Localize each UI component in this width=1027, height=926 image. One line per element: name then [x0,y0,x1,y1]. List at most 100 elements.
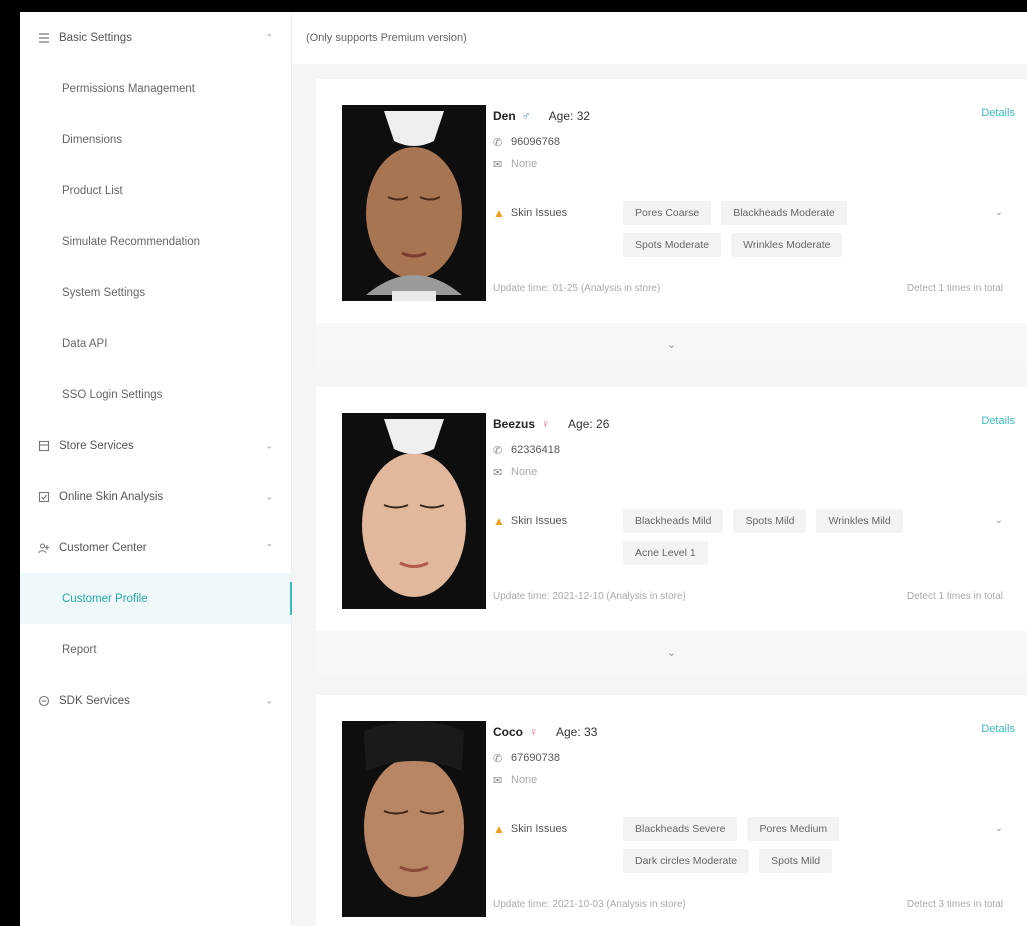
chevron-down-icon[interactable]: ⌄ [995,515,1003,526]
skin-issue-tag: Spots Mild [733,509,807,533]
expand-card-button[interactable]: ⌄ [316,323,1027,366]
sidebar-item-label: Store Services [59,439,134,452]
sidebar-item-label: Data API [62,337,108,350]
sidebar-item-report[interactable]: Report [20,624,291,675]
skin-issue-tag: Blackheads Moderate [721,201,847,225]
skin-issues: ▲ Skin Issues Pores Coarse Blackheads Mod… [493,201,943,257]
sidebar-item-permissions-management[interactable]: Permissions Management [20,63,291,114]
warning-icon: ▲ [493,822,505,836]
sidebar-item-label: Customer Profile [62,592,148,605]
sidebar-item-simulate-recommendation[interactable]: Simulate Recommendation [20,216,291,267]
sidebar-group-store-services[interactable]: Store Services ⌄ [20,420,291,471]
update-time: Update time: 01-25 (Analysis in store) [493,283,661,294]
detect-count: Detect 1 times in total [906,283,1003,294]
chevron-down-icon[interactable]: ⌄ [995,207,1003,218]
sidebar-item-label: SSO Login Settings [62,388,163,401]
analysis-icon [38,491,50,503]
female-icon: ♀ [529,725,538,739]
customer-phone: 62336418 [511,444,560,456]
sdk-icon [38,695,50,707]
skin-issues-label: Skin Issues [510,207,568,219]
details-link[interactable]: Details [981,415,1015,427]
customer-phone: 67690738 [511,752,560,764]
skin-issue-tag: Wrinkles Moderate [731,233,843,257]
detect-count: Detect 1 times in total [906,591,1003,602]
customer-card: Beezus ♀ Age: 26 Details ✆ 62336418 ✉ None… [316,387,1027,674]
detect-count: Detect 3 times in total [906,899,1003,910]
expand-card-button[interactable]: ⌄ [316,631,1027,674]
chevron-down-icon[interactable]: ⌄ [995,823,1003,834]
phone-icon: ✆ [493,752,503,765]
store-icon [38,440,50,452]
premium-notice: (Only supports Premium version) [292,12,1027,64]
skin-issues-label: Skin Issues [510,515,568,527]
customer-age: Age: 26 [568,417,610,431]
customer-name: Den [493,109,516,123]
male-icon: ♂ [521,109,531,123]
sidebar-item-customer-profile[interactable]: Customer Profile [20,573,292,624]
sidebar-item-system-settings[interactable]: System Settings [20,267,291,318]
update-time: Update time: 2021-12-10 (Analysis in sto… [493,591,686,602]
customer-info: Beezus ♀ Age: 26 Details ✆ 62336418 ✉ None… [493,415,1015,602]
sidebar-item-dimensions[interactable]: Dimensions [20,114,291,165]
skin-issue-tag: Blackheads Mild [623,509,724,533]
customer-phone: 96096768 [511,136,560,148]
sidebar-group-sdk-services[interactable]: SDK Services ⌄ [20,675,291,726]
main-content: (Only supports Premium version) Den ♂ Ag… [292,12,1027,926]
sidebar-item-label: SDK Services [59,694,130,707]
customer-info: Den ♂ Age: 32 Details ✆ 96096768 ✉ None ▲ S… [493,107,1015,294]
face-photo [342,721,486,917]
skin-issue-tag: Acne Level 1 [623,541,708,565]
list-icon [38,32,50,44]
customer-name: Beezus [493,417,536,431]
customer-email: None [511,774,538,786]
sidebar-item-label: Online Skin Analysis [59,490,164,503]
sidebar-item-sso-login-settings[interactable]: SSO Login Settings [20,369,291,420]
sidebar-item-label: Dimensions [62,133,123,146]
app-window: Basic Settings ⌃ Permissions Management … [20,12,1027,926]
sidebar-item-label: Report [62,643,97,656]
skin-issues-label: Skin Issues [510,823,568,835]
customer-age: Age: 32 [548,109,591,123]
face-photo [342,105,486,301]
chevron-down-icon: ⌄ [265,695,273,705]
female-icon: ♀ [541,417,551,431]
chevron-up-icon: ⌃ [265,32,273,42]
sidebar-item-label: System Settings [62,286,146,299]
warning-icon: ▲ [493,206,505,220]
sidebar-item-label: Product List [62,184,123,197]
sidebar-group-basic-settings[interactable]: Basic Settings ⌃ [20,12,291,63]
details-link[interactable]: Details [981,107,1015,119]
face-photo [342,413,486,609]
chevron-down-icon: ⌄ [265,491,273,501]
sidebar-item-label: Customer Center [59,541,147,554]
skin-issue-tag: Pores Medium [747,817,840,841]
customer-card: Den ♂ Age: 32 Details ✆ 96096768 ✉ None ▲ S… [316,79,1027,366]
customer-info: Coco ♀ Age: 33 Details ✆ 67690738 ✉ None ▲… [493,723,1015,910]
sidebar-group-customer-center[interactable]: Customer Center ⌃ [20,522,291,573]
mail-icon: ✉ [493,774,503,787]
details-link[interactable]: Details [981,723,1015,735]
warning-icon: ▲ [493,514,505,528]
chevron-down-icon: ⌄ [666,647,677,659]
customer-email: None [511,158,538,170]
phone-icon: ✆ [493,136,503,149]
customer-icon [38,542,50,554]
mail-icon: ✉ [493,158,503,171]
chevron-down-icon: ⌄ [265,440,273,450]
skin-issue-tag: Pores Coarse [623,201,712,225]
chevron-up-icon: ⌃ [265,542,273,552]
sidebar-item-label: Basic Settings [59,31,132,44]
customer-email: None [511,466,538,478]
skin-issues: ▲ Skin Issues Blackheads Severe Pores Med… [493,817,943,873]
sidebar-group-online-skin-analysis[interactable]: Online Skin Analysis ⌄ [20,471,291,522]
customer-card: Coco ♀ Age: 33 Details ✆ 67690738 ✉ None ▲… [316,695,1027,926]
skin-issue-tag: Spots Mild [759,849,833,873]
sidebar-item-label: Simulate Recommendation [62,235,201,248]
skin-issue-tag: Dark circles Moderate [623,849,750,873]
sidebar-item-data-api[interactable]: Data API [20,318,291,369]
chevron-down-icon: ⌄ [666,339,677,351]
sidebar-item-product-list[interactable]: Product List [20,165,291,216]
customer-age: Age: 33 [556,725,598,739]
sidebar: Basic Settings ⌃ Permissions Management … [20,12,292,926]
